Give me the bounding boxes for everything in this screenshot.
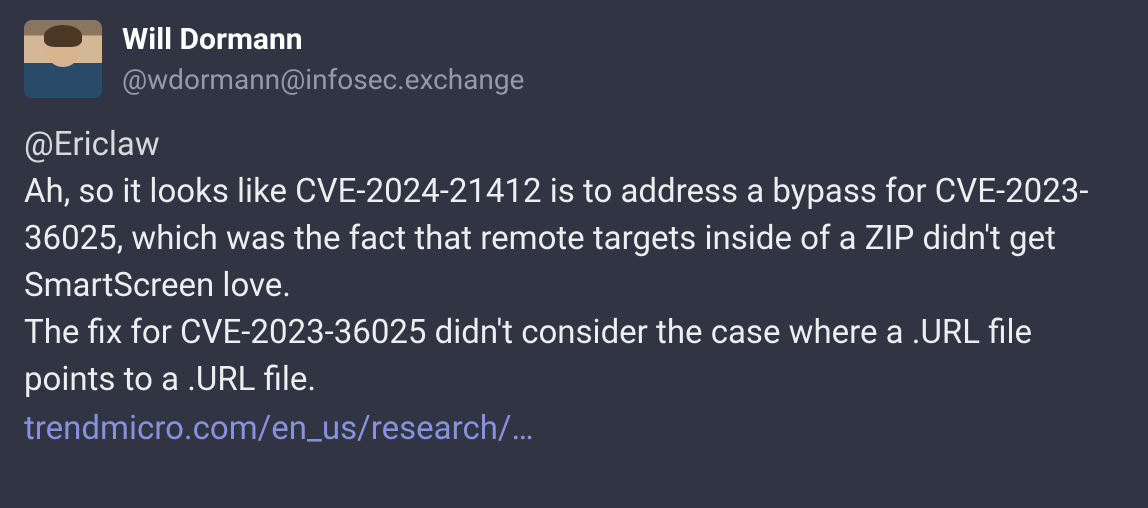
post-header: Will Dormann @wdormann@infosec.exchange xyxy=(24,20,1124,98)
social-post: Will Dormann @wdormann@infosec.exchange … xyxy=(0,0,1148,472)
mention-link[interactable]: @Ericlaw xyxy=(24,122,1124,169)
post-content: @Ericlaw Ah, so it looks like CVE-2024-2… xyxy=(24,122,1124,452)
author-display-name: Will Dormann xyxy=(122,22,524,58)
author-handle: @wdormann@infosec.exchange xyxy=(122,62,524,98)
external-link[interactable]: trendmicro.com/en_us/research/… xyxy=(24,406,1124,453)
avatar[interactable] xyxy=(24,20,102,98)
post-body-paragraph-2: The fix for CVE-2023-36025 didn't consid… xyxy=(24,313,1032,399)
author-name-block[interactable]: Will Dormann @wdormann@infosec.exchange xyxy=(122,20,524,98)
post-body-paragraph-1: Ah, so it looks like CVE-2024-21412 is t… xyxy=(24,172,1088,305)
